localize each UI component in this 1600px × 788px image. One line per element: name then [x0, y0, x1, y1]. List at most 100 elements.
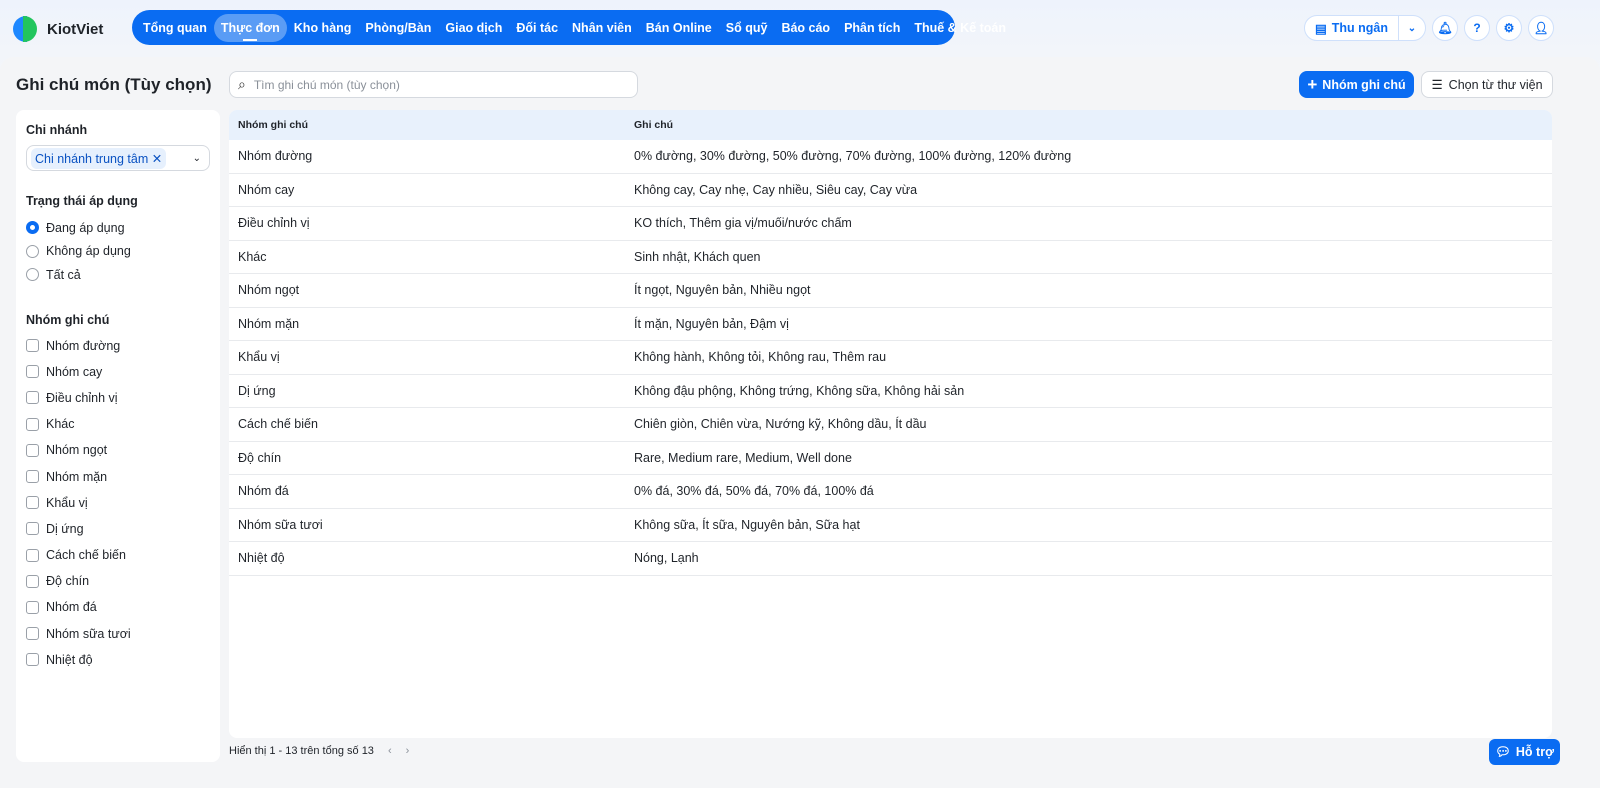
group-cell: Nhóm đường — [238, 149, 313, 164]
user-icon[interactable]: 👤︎ — [1528, 15, 1554, 41]
add-note-group-button[interactable]: + Nhóm ghi chú — [1299, 71, 1414, 98]
radio[interactable] — [26, 244, 39, 258]
nav-item[interactable]: Báo cáo — [774, 14, 837, 42]
status-option-label: Không áp dụng — [46, 244, 131, 259]
notes-cell: Không hành, Không tỏi, Không rau, Thêm r… — [634, 350, 887, 365]
main-content: Ghi chú món (Tùy chọn) ⌕ Tìm ghi chú món… — [0, 57, 1600, 788]
checkbox[interactable] — [26, 522, 39, 536]
table-row[interactable]: Nhóm sữa tươi Không sữa, Ít sữa, Nguyên b… — [229, 509, 1552, 542]
radio[interactable] — [26, 268, 39, 282]
nav-item[interactable]: Tổng quan — [136, 14, 214, 42]
chevron-down-icon[interactable]: ⌄ — [1399, 23, 1425, 34]
search-placeholder: Tìm ghi chú món (tùy chọn) — [253, 77, 400, 92]
support-button[interactable]: 💬︎ Hỗ trợ — [1489, 739, 1560, 765]
search-icon: ⌕ — [238, 76, 246, 92]
checkbox[interactable] — [26, 417, 39, 431]
group-filter-label: Độ chín — [46, 574, 90, 589]
status-option[interactable]: Không áp dụng — [26, 240, 210, 264]
checkbox[interactable] — [26, 339, 39, 353]
group-filter-label: Nhiệt độ — [46, 652, 93, 667]
library-button-label: Chọn từ thư viện — [1448, 77, 1543, 92]
table-row[interactable]: Độ chín Rare, Medium rare, Medium, Well d… — [229, 442, 1552, 475]
checkbox[interactable] — [26, 653, 39, 667]
table-row[interactable]: Nhóm ngọt Ít ngọt, Nguyên bản, Nhiều ngọt — [229, 274, 1552, 308]
group-filter-label: Nhóm đường — [46, 338, 121, 353]
branch-select[interactable]: Chi nhánh trung tâm ✕ ⌄ — [26, 145, 210, 171]
nav-item[interactable]: Bán Online — [639, 14, 719, 42]
group-filter-item[interactable]: Dị ứng — [26, 516, 210, 542]
close-icon[interactable]: ✕ — [152, 152, 162, 166]
status-option[interactable]: Đang áp dụng — [26, 216, 210, 240]
group-filter-item[interactable]: Độ chín — [26, 568, 210, 594]
group-label: Nhóm ghi chú — [26, 312, 110, 327]
radio[interactable] — [26, 221, 39, 235]
table-row[interactable]: Nhóm cay Không cay, Cay nhẹ, Cay nhiều, S… — [229, 174, 1552, 207]
table-row[interactable]: Nhóm mặn Ít mặn, Nguyên bản, Đậm vị — [229, 308, 1552, 341]
checkbox[interactable] — [26, 365, 39, 379]
group-filter-item[interactable]: Nhóm đá — [26, 594, 210, 620]
nav-item[interactable]: Giao dịch — [438, 14, 509, 42]
group-filter-item[interactable]: Nhóm ngọt — [26, 437, 210, 463]
chat-icon: 💬︎ — [1495, 744, 1511, 759]
table-row[interactable]: Cách chế biến Chiên giòn, Chiên vừa, Nướn… — [229, 408, 1552, 442]
table-row[interactable]: Khẩu vị Không hành, Không tỏi, Không rau,… — [229, 341, 1552, 375]
group-filter-item[interactable]: Nhóm sữa tươi — [26, 621, 210, 647]
nav-item[interactable]: Thực đơn — [213, 13, 287, 42]
chevron-right-icon[interactable]: › — [406, 745, 410, 757]
table-row[interactable]: Nhóm đường 0% đường, 30% đường, 50% đường… — [229, 140, 1552, 174]
add-button-label: Nhóm ghi chú — [1322, 77, 1406, 92]
search-input[interactable]: ⌕ Tìm ghi chú món (tùy chọn) — [229, 71, 638, 98]
choose-from-library-button[interactable]: ☰ Chọn từ thư viện — [1421, 71, 1553, 98]
notes-cell: Không đậu phộng, Không trứng, Không sữa,… — [634, 383, 965, 398]
group-cell: Khẩu vị — [238, 350, 280, 365]
checkbox[interactable] — [26, 600, 39, 614]
checkbox[interactable] — [26, 496, 39, 510]
nav-item[interactable]: Phòng/Bàn — [358, 14, 438, 42]
group-cell: Điều chỉnh vị — [238, 216, 310, 231]
group-filter-item[interactable]: Nhóm mặn — [26, 463, 210, 489]
group-filter-item[interactable]: Khác — [26, 411, 210, 437]
bell-icon[interactable]: 🔔︎ — [1432, 15, 1458, 41]
logo[interactable]: KiotViet — [13, 16, 103, 42]
table-row[interactable]: Nhiệt độ Nóng, Lạnh — [229, 542, 1552, 576]
group-filter-item[interactable]: Cách chế biến — [26, 542, 210, 568]
filter-sidebar: Chi nhánh Chi nhánh trung tâm ✕ ⌄ Trạng … — [16, 110, 220, 762]
nav-item[interactable]: Phân tích — [837, 14, 907, 42]
checkbox[interactable] — [26, 470, 39, 484]
table-row[interactable]: Khác Sinh nhật, Khách quen — [229, 241, 1552, 274]
help-icon[interactable]: ? — [1464, 15, 1490, 41]
table-row[interactable]: Nhóm đá 0% đá, 30% đá, 50% đá, 70% đá, 10… — [229, 475, 1552, 509]
table-row[interactable]: Điều chỉnh vị KO thích, Thêm gia vị/muối/… — [229, 207, 1552, 241]
chevron-left-icon[interactable]: ‹ — [388, 745, 392, 757]
group-cell: Nhóm cay — [238, 182, 295, 197]
cashier-button[interactable]: ▤ Thu ngân ⌄ — [1303, 15, 1426, 41]
group-cell: Dị ứng — [238, 383, 276, 398]
group-cell: Nhóm đá — [238, 484, 289, 499]
checkbox[interactable] — [26, 574, 39, 588]
notes-cell: Rare, Medium rare, Medium, Well done — [634, 450, 852, 465]
checkbox[interactable] — [26, 391, 39, 405]
group-cell: Khác — [238, 249, 267, 264]
status-option[interactable]: Tất cả — [26, 263, 210, 287]
nav-item[interactable]: Thuế & Kế toán — [907, 14, 1013, 42]
group-filter-item[interactable]: Điều chỉnh vị — [26, 385, 210, 411]
group-filter-label: Khác — [46, 417, 75, 432]
nav-item[interactable]: Sổ quỹ — [719, 14, 775, 42]
gear-icon[interactable]: ⚙ — [1496, 15, 1522, 41]
group-filter-item[interactable]: Nhóm đường — [26, 333, 210, 359]
notes-cell: 0% đá, 30% đá, 50% đá, 70% đá, 100% đá — [634, 484, 874, 499]
table-row[interactable]: Dị ứng Không đậu phộng, Không trứng, Khôn… — [229, 375, 1552, 408]
checkbox[interactable] — [26, 548, 39, 562]
nav-item[interactable]: Kho hàng — [287, 14, 359, 42]
checkbox[interactable] — [26, 443, 39, 457]
group-filter-item[interactable]: Nhiệt độ — [26, 647, 210, 673]
group-filter-item[interactable]: Nhóm cay — [26, 359, 210, 385]
nav-item[interactable]: Đối tác — [509, 14, 565, 42]
checkbox[interactable] — [26, 627, 39, 641]
notes-cell: Nóng, Lạnh — [634, 551, 699, 566]
group-filter-item[interactable]: Khẩu vị — [26, 490, 210, 516]
app-name: KiotViet — [47, 20, 104, 38]
group-cell: Nhóm sữa tươi — [238, 517, 323, 532]
nav-item[interactable]: Nhân viên — [565, 14, 639, 42]
notes-cell: Không sữa, Ít sữa, Nguyên bản, Sữa hạt — [634, 517, 860, 532]
